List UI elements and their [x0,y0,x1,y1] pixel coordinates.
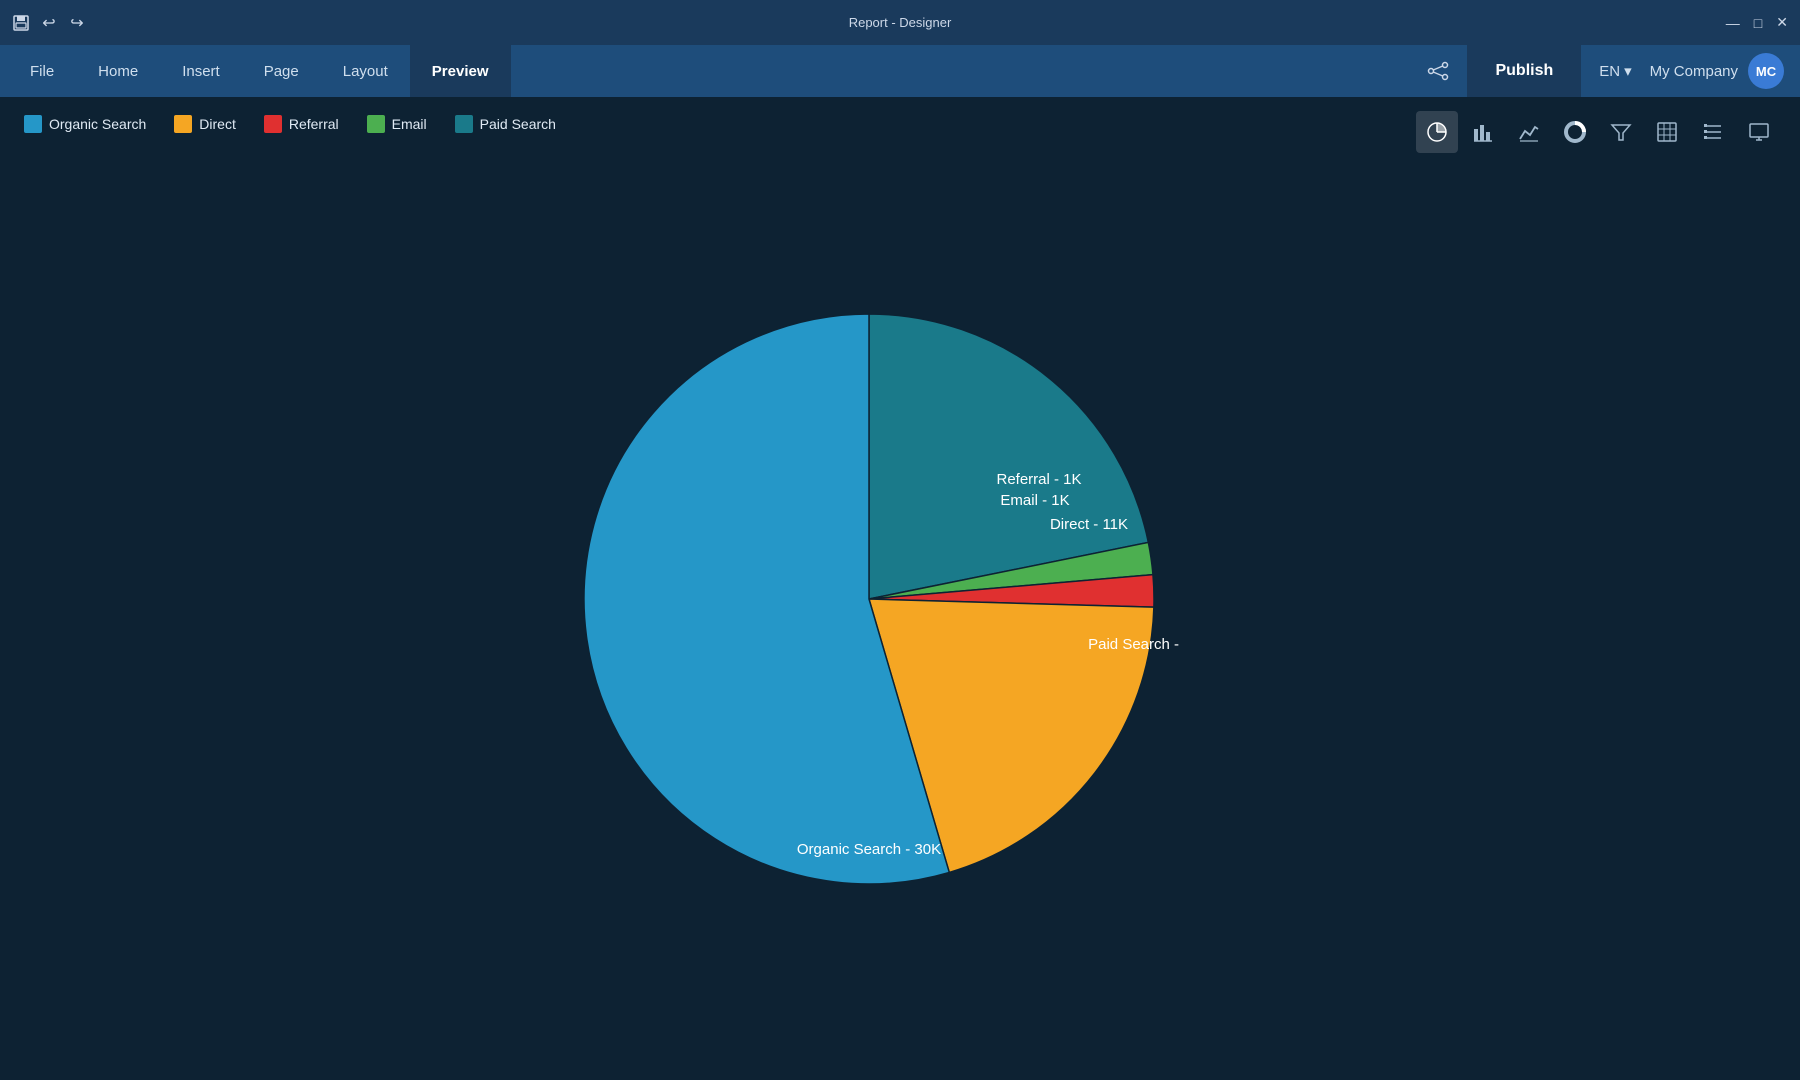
menu-right: Publish EN ▾ My Company MC [1419,45,1792,97]
donut-chart-button[interactable] [1554,111,1596,153]
legend-label-referral: Referral [289,116,339,132]
menu-home[interactable]: Home [76,45,160,97]
pie-chart[interactable]: Organic Search - 30K Paid Search - 12K Dir… [559,289,1179,914]
svg-text:Direct - 11K: Direct - 11K [1050,516,1128,533]
legend-label-email: Email [392,116,427,132]
publish-button[interactable]: Publish [1467,45,1581,97]
bar-chart-button[interactable] [1462,111,1504,153]
save-icon[interactable] [12,14,30,32]
svg-text:Paid Search - 12K: Paid Search - 12K [1088,636,1179,653]
legend-item-organic[interactable]: Organic Search [24,115,146,133]
filter-button[interactable] [1600,111,1642,153]
legend-label-direct: Direct [199,116,236,132]
menu-bar: File Home Insert Page Layout Preview Pub… [0,45,1800,97]
title-bar-left: ↩ ↪ [12,14,86,32]
svg-text:Referral - 1K: Referral - 1K [996,471,1081,488]
pie-chart-button[interactable] [1416,111,1458,153]
legend-item-paid[interactable]: Paid Search [455,115,556,133]
svg-text:Email - 1K: Email - 1K [1000,492,1069,509]
title-bar: ↩ ↪ Report - Designer — □ ✕ [0,0,1800,45]
legend-item-direct[interactable]: Direct [174,115,236,133]
chart-legend: Organic Search Direct Referral Email Pai… [24,115,556,133]
company-name[interactable]: My Company [1650,63,1738,80]
menu-file[interactable]: File [8,45,76,97]
minimize-button[interactable]: — [1726,15,1740,31]
share-button[interactable] [1419,52,1457,90]
table-button[interactable] [1646,111,1688,153]
window-title: Report - Designer [849,15,952,30]
menu-preview[interactable]: Preview [410,45,511,97]
monitor-button[interactable] [1738,111,1780,153]
legend-color-referral [264,115,282,133]
legend-label-paid: Paid Search [480,116,556,132]
restore-button[interactable]: □ [1754,15,1762,31]
chart-toolbar [1416,111,1780,153]
legend-color-organic [24,115,42,133]
redo-icon[interactable]: ↪ [68,14,86,32]
title-bar-right: — □ ✕ [1726,14,1788,31]
language-selector[interactable]: EN ▾ [1591,62,1639,80]
legend-color-direct [174,115,192,133]
menu-page[interactable]: Page [242,45,321,97]
user-avatar[interactable]: MC [1748,53,1784,89]
menu-layout[interactable]: Layout [321,45,410,97]
legend-color-email [367,115,385,133]
legend-label-organic: Organic Search [49,116,146,132]
undo-icon[interactable]: ↩ [40,14,58,32]
list-button[interactable] [1692,111,1734,153]
line-chart-button[interactable] [1508,111,1550,153]
legend-item-email[interactable]: Email [367,115,427,133]
chart-container: Organic Search Direct Referral Email Pai… [0,97,1800,1080]
menu-insert[interactable]: Insert [160,45,242,97]
legend-color-paid [455,115,473,133]
legend-item-referral[interactable]: Referral [264,115,339,133]
svg-text:Organic Search - 30K: Organic Search - 30K [797,841,941,858]
close-button[interactable]: ✕ [1776,14,1788,31]
